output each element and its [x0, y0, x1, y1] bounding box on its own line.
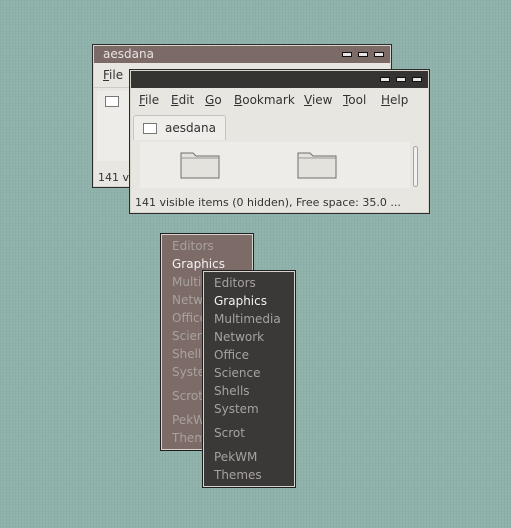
menu-tool[interactable]: Tool — [343, 93, 366, 107]
menu-item-office[interactable]: Office — [172, 311, 207, 325]
menu-edit[interactable]: Edit — [171, 93, 194, 107]
menu-item-pekwm[interactable]: PekWM — [214, 450, 257, 464]
tab-label: aesdana — [165, 121, 216, 135]
menu-view[interactable]: View — [304, 93, 332, 107]
maximize-button[interactable] — [396, 77, 406, 82]
back-status: 141 vi — [98, 171, 133, 184]
menu-help[interactable]: Help — [381, 93, 408, 107]
front-window-titlebar[interactable] — [131, 71, 428, 88]
menu-item-office[interactable]: Office — [214, 348, 249, 362]
tab-folder-icon — [105, 96, 119, 107]
vertical-scrollbar[interactable] — [413, 146, 418, 187]
menu-file[interactable]: File — [103, 68, 123, 82]
close-button[interactable] — [412, 77, 422, 82]
front-menubar: File Edit Go Bookmark View Tool Help — [131, 88, 428, 114]
maximize-button[interactable] — [358, 52, 368, 57]
folder-icon[interactable] — [180, 150, 220, 179]
menu-item-network[interactable]: Netw — [172, 293, 203, 307]
front-status: 141 visible items (0 hidden), Free space… — [135, 196, 401, 209]
menu-item-editors[interactable]: Editors — [172, 239, 214, 253]
menu-item-multimedia[interactable]: Multi — [172, 275, 201, 289]
minimize-button[interactable] — [380, 77, 390, 82]
menu-bookmark[interactable]: Bookmark — [234, 93, 295, 107]
menu-item-themes[interactable]: Themes — [214, 468, 262, 482]
back-window-title: aesdana — [103, 47, 154, 61]
menu-item-science[interactable]: Scien — [172, 329, 205, 343]
menu-item-graphics[interactable]: Graphics — [172, 257, 225, 271]
tab-folder-icon — [143, 123, 157, 134]
graphics-submenu: Editors Graphics Multimedia Network Offi… — [202, 270, 296, 488]
menu-item-graphics[interactable]: Graphics — [214, 294, 267, 308]
folder-icon[interactable] — [297, 150, 337, 179]
menu-item-editors[interactable]: Editors — [214, 276, 256, 290]
front-window: File Edit Go Bookmark View Tool Help aes… — [129, 69, 430, 214]
close-button[interactable] — [374, 52, 384, 57]
menu-item-scrot[interactable]: Scrot — [172, 389, 203, 403]
menu-item-system[interactable]: Syste — [172, 365, 205, 379]
menu-item-network[interactable]: Network — [214, 330, 264, 344]
file-view — [140, 142, 410, 188]
menu-item-scrot[interactable]: Scrot — [214, 426, 245, 440]
tab-aesdana[interactable]: aesdana — [133, 115, 226, 140]
menu-item-multimedia[interactable]: Multimedia — [214, 312, 281, 326]
menu-file[interactable]: File — [139, 93, 159, 107]
menu-item-shells[interactable]: Shells — [214, 384, 250, 398]
menu-item-system[interactable]: System — [214, 402, 259, 416]
menu-go[interactable]: Go — [205, 93, 222, 107]
menu-item-science[interactable]: Science — [214, 366, 261, 380]
back-window-titlebar[interactable]: aesdana — [94, 46, 390, 63]
minimize-button[interactable] — [342, 52, 352, 57]
